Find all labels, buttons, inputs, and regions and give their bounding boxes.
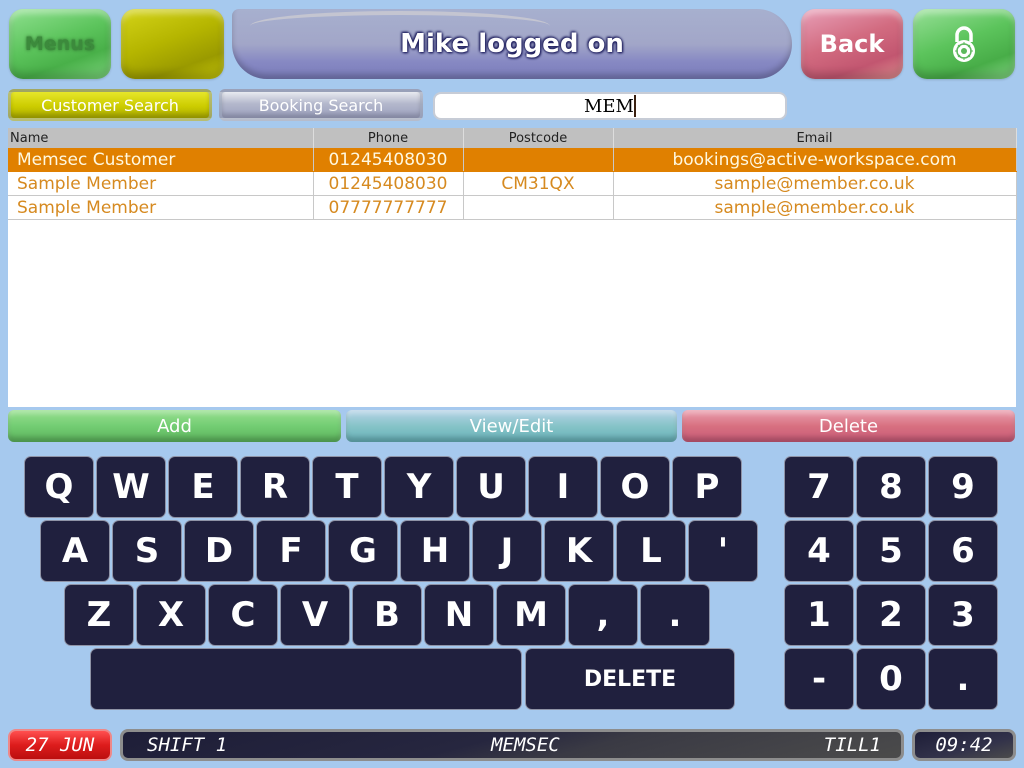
delete-button-label: Delete — [818, 415, 879, 437]
clock-display: 09:42 — [912, 729, 1016, 761]
lock-button[interactable] — [913, 9, 1015, 79]
view-edit-button[interactable]: View/Edit — [346, 410, 677, 442]
key-t[interactable]: T — [312, 456, 382, 518]
key-q[interactable]: Q — [24, 456, 94, 518]
tab-booking-search-label: Booking Search — [258, 95, 384, 115]
key-p[interactable]: P — [672, 456, 742, 518]
numpad-key-2[interactable]: 2 — [856, 584, 926, 646]
column-header-name[interactable]: Name — [8, 128, 314, 148]
key-s[interactable]: S — [112, 520, 182, 582]
numpad-key-1[interactable]: 1 — [784, 584, 854, 646]
delete-button[interactable]: Delete — [682, 410, 1015, 442]
table-row[interactable]: Sample Member 01245408030 CM31QX sample@… — [8, 171, 1017, 196]
key-apostrophe[interactable]: ' — [688, 520, 758, 582]
key-m[interactable]: M — [496, 584, 566, 646]
key-b[interactable]: B — [352, 584, 422, 646]
column-header-email[interactable]: Email — [613, 128, 1017, 148]
key-period[interactable]: . — [640, 584, 710, 646]
blank-yellow-button[interactable] — [121, 9, 224, 79]
column-header-postcode[interactable]: Postcode — [463, 128, 614, 148]
numpad-key-7[interactable]: 7 — [784, 456, 854, 518]
menus-button-label: Menus — [24, 33, 96, 55]
cell-email: bookings@active-workspace.com — [613, 148, 1017, 172]
numpad-key-minus[interactable]: - — [784, 648, 854, 710]
cell-postcode — [463, 148, 614, 172]
key-w[interactable]: W — [96, 456, 166, 518]
key-n[interactable]: N — [424, 584, 494, 646]
key-k[interactable]: K — [544, 520, 614, 582]
numpad-key-8[interactable]: 8 — [856, 456, 926, 518]
column-header-phone[interactable]: Phone — [313, 128, 464, 148]
key-e[interactable]: E — [168, 456, 238, 518]
key-o[interactable]: O — [600, 456, 670, 518]
cell-email: sample@member.co.uk — [613, 195, 1017, 220]
key-v[interactable]: V — [280, 584, 350, 646]
cell-name: Memsec Customer — [8, 148, 314, 172]
key-f[interactable]: F — [256, 520, 326, 582]
back-button-label: Back — [819, 30, 885, 58]
cell-email: sample@member.co.uk — [613, 171, 1017, 196]
add-button[interactable]: Add — [8, 410, 341, 442]
key-z[interactable]: Z — [64, 584, 134, 646]
tab-customer-search-label: Customer Search — [41, 95, 179, 115]
numpad-key-0[interactable]: 0 — [856, 648, 926, 710]
menus-button[interactable]: Menus — [9, 9, 111, 79]
key-c[interactable]: C — [208, 584, 278, 646]
key-g[interactable]: G — [328, 520, 398, 582]
numpad-key-decimal-point[interactable]: . — [928, 648, 998, 710]
numpad-key-3[interactable]: 3 — [928, 584, 998, 646]
tab-customer-search[interactable]: Customer Search — [8, 89, 212, 121]
key-i[interactable]: I — [528, 456, 598, 518]
table-row[interactable]: Sample Member 07777777777 sample@member.… — [8, 195, 1017, 220]
view-edit-button-label: View/Edit — [469, 415, 554, 437]
key-h[interactable]: H — [400, 520, 470, 582]
page-title: Mike logged on — [400, 29, 624, 59]
time-text: 09:42 — [935, 734, 993, 756]
back-button[interactable]: Back — [801, 9, 903, 79]
date-display: 27 JUN — [8, 729, 112, 761]
search-input[interactable]: MEM — [433, 92, 787, 120]
cell-phone: 07777777777 — [313, 195, 464, 220]
key-x[interactable]: X — [136, 584, 206, 646]
key-l[interactable]: L — [616, 520, 686, 582]
search-input-value: MEM — [583, 95, 634, 117]
till-text: TILL1 — [823, 734, 881, 756]
key-d[interactable]: D — [184, 520, 254, 582]
cell-phone: 01245408030 — [313, 148, 464, 172]
cell-phone: 01245408030 — [313, 171, 464, 196]
status-bar: SHIFT 1 MEMSEC TILL1 — [120, 729, 904, 761]
tab-booking-search[interactable]: Booking Search — [219, 89, 423, 121]
site-text: MEMSEC — [491, 734, 560, 756]
padlock-icon — [953, 26, 975, 62]
cell-name: Sample Member — [8, 195, 314, 220]
space-key[interactable] — [90, 648, 522, 710]
shift-text: SHIFT 1 — [147, 734, 228, 756]
key-j[interactable]: J — [472, 520, 542, 582]
key-r[interactable]: R — [240, 456, 310, 518]
add-button-label: Add — [157, 415, 192, 437]
cell-postcode: CM31QX — [463, 171, 614, 196]
table-header-row: Name Phone Postcode Email — [8, 128, 1017, 148]
numpad-key-4[interactable]: 4 — [784, 520, 854, 582]
text-caret — [634, 95, 636, 117]
cell-postcode — [463, 195, 614, 220]
key-comma[interactable]: , — [568, 584, 638, 646]
results-table: Name Phone Postcode Email Memsec Custome… — [8, 128, 1017, 407]
date-text: 27 JUN — [25, 734, 95, 756]
key-y[interactable]: Y — [384, 456, 454, 518]
table-row[interactable]: Memsec Customer 01245408030 bookings@act… — [8, 148, 1017, 172]
delete-key[interactable]: DELETE — [525, 648, 735, 710]
numpad-key-6[interactable]: 6 — [928, 520, 998, 582]
key-a[interactable]: A — [40, 520, 110, 582]
cell-name: Sample Member — [8, 171, 314, 196]
numpad-key-9[interactable]: 9 — [928, 456, 998, 518]
title-banner: Mike logged on — [232, 9, 792, 79]
key-u[interactable]: U — [456, 456, 526, 518]
numpad-key-5[interactable]: 5 — [856, 520, 926, 582]
